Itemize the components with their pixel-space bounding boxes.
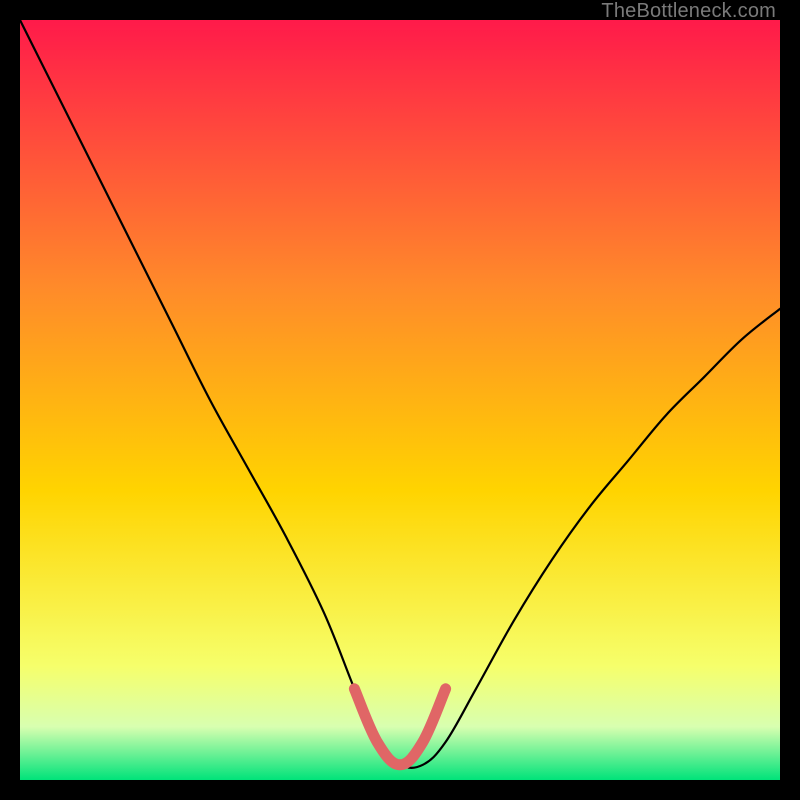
- gradient-background: [20, 20, 780, 780]
- chart-frame: TheBottleneck.com: [0, 0, 800, 800]
- watermark-text: TheBottleneck.com: [601, 0, 776, 23]
- plot-area: [20, 20, 780, 780]
- chart-svg: [20, 20, 780, 780]
